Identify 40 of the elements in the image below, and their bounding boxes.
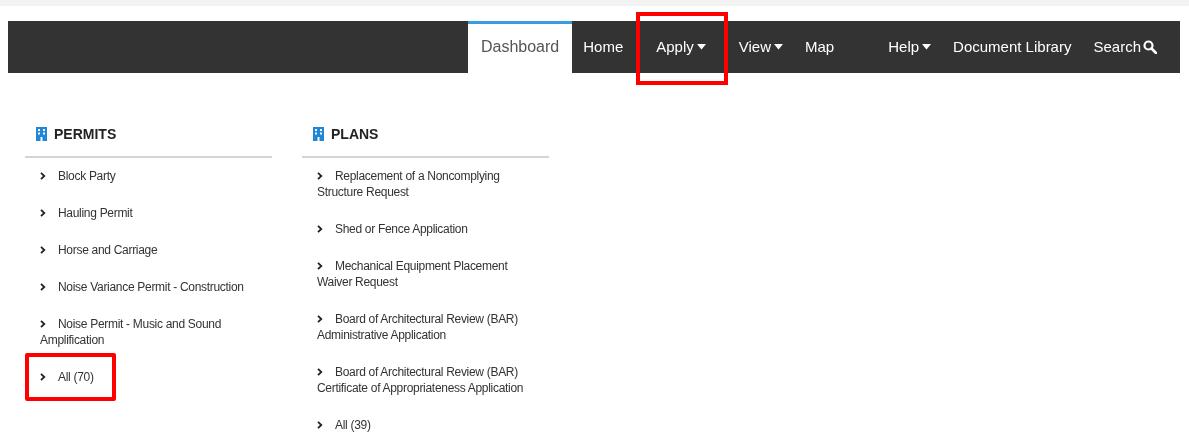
menu-link[interactable]: Shed or Fence Application [317,221,529,237]
section-heading: PERMITS [54,124,117,144]
section-heading: PLANS [331,124,379,144]
menu-link[interactable]: All (70) [40,369,252,385]
menu-link[interactable]: All (39) [317,417,529,433]
nav-link[interactable]: Map [794,21,846,73]
caret-icon [696,44,706,50]
menu-link[interactable]: Horse and Carriage [40,242,252,258]
chevron-icon [317,368,323,376]
menu-link[interactable]: Board of Architectural Review (BAR) Administrative Application [317,311,529,343]
menu-link[interactable]: Noise Permit - Music and Sound Amplification [40,316,252,348]
chevron-icon [40,373,46,381]
menu-link[interactable]: Board of Architectural Review (BAR) Certificate of Appropriateness Application [317,364,529,396]
menu-link[interactable]: Mechanical Equipment Placement Waiver Request [317,258,529,290]
chevron-icon [40,320,46,328]
chevron-icon [40,172,46,180]
chevron-icon [40,283,46,291]
nav-link[interactable]: Document Library [942,21,1083,73]
nav-link[interactable]: Help [877,21,943,73]
menu-link[interactable]: Replacement of a Noncomplying Structure Request [317,168,529,200]
chevron-icon [40,246,46,254]
caret-icon [774,44,784,50]
building-icon [313,127,324,141]
nav-tab[interactable]: Dashboard [467,21,573,73]
nav-link[interactable]: Search [1082,21,1168,73]
nav-link[interactable]: Home [572,21,635,73]
nav-link[interactable]: Apply [634,21,728,73]
caret-icon [922,44,932,50]
chevron-icon [40,209,46,217]
search-icon [1143,40,1157,54]
menu-link[interactable]: Block Party [40,168,252,184]
menu-link[interactable]: Hauling Permit [40,205,252,221]
menu-link[interactable]: Noise Variance Permit - Construction [40,279,252,295]
chevron-icon [317,172,323,180]
chevron-icon [317,315,323,323]
chevron-icon [317,225,323,233]
chevron-icon [317,421,323,429]
chevron-icon [317,262,323,270]
building-icon [36,127,47,141]
nav-link[interactable]: View [727,21,795,73]
